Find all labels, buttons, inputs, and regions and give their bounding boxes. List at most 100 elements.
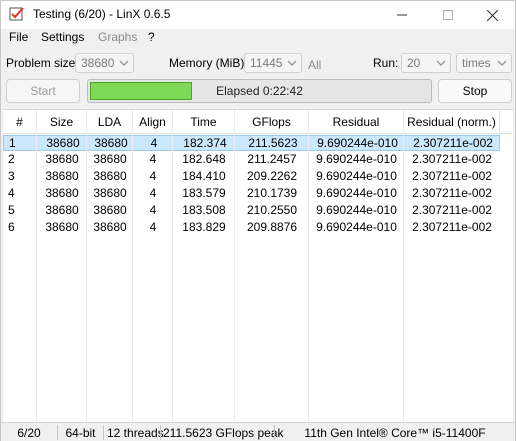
column-separator [36, 110, 37, 424]
cell-col-residual: 9.690244e-010 [316, 186, 397, 200]
cell-col-size: 38680 [45, 186, 79, 200]
status-cpu: 11th Gen Intel® Core™ i5-11400F [304, 425, 486, 440]
problem-size-value: 38680 [81, 56, 115, 70]
menu-help[interactable]: ? [148, 30, 155, 44]
cell-col-residual-norm: 2.307211e-002 [412, 169, 492, 183]
run-count-combo[interactable]: 20 [401, 53, 451, 73]
progress-bar: Elapsed 0:22:42 [87, 79, 432, 103]
cell-col-index: 1 [9, 136, 16, 150]
close-button[interactable] [469, 1, 515, 29]
header-col-lda[interactable]: LDA [87, 110, 133, 134]
cell-col-gflops: 211.5623 [248, 136, 298, 150]
cell-col-align: 4 [150, 136, 158, 150]
maximize-icon [443, 10, 453, 20]
cell-col-residual: 9.690244e-010 [317, 136, 398, 150]
header-col-time[interactable]: Time [173, 110, 235, 134]
cell-col-time: 182.374 [183, 136, 227, 150]
start-button[interactable]: Start [6, 79, 80, 103]
cell-col-residual-norm: 2.307211e-002 [412, 152, 492, 166]
table-header: # Size LDA Align Time GFlops Residual Residual … [3, 110, 513, 134]
header-col-index[interactable]: # [3, 110, 37, 134]
cell-col-time: 184.410 [182, 169, 226, 183]
column-separator [234, 110, 235, 424]
status-separator [274, 425, 275, 440]
cell-col-residual: 9.690244e-010 [316, 203, 397, 217]
table-row[interactable]: 1 38680 38680 4 182.374 211.5623 9.690244e-010… [3, 135, 500, 151]
cell-col-index: 2 [8, 152, 15, 166]
cell-col-size: 38680 [45, 220, 79, 234]
cell-col-residual: 9.690244e-010 [316, 169, 397, 183]
status-bits: 64-bit [65, 425, 96, 440]
cell-col-time: 183.508 [182, 203, 226, 217]
cell-col-gflops: 210.2550 [246, 203, 298, 217]
window-title: Testing (6/20) - LinX 0.6.5 [33, 7, 171, 21]
status-peak: 211.5623 GFlops peak [163, 425, 284, 440]
status-bar: 6/20 64-bit 12 threads 211.5623 GFlops p… [1, 422, 515, 441]
column-separator [308, 110, 309, 424]
table-row[interactable]: 6 38680 38680 4 183.829 209.8876 9.690244e-010… [3, 220, 500, 236]
problem-size-combo[interactable]: 38680 [75, 53, 134, 73]
cell-col-size: 38680 [46, 136, 80, 150]
header-col-residual-norm[interactable]: Residual (norm.) [404, 110, 500, 134]
table-row[interactable]: 3 38680 38680 4 184.410 209.2262 9.690244e-010… [3, 169, 500, 185]
memory-combo[interactable]: 11445 [244, 53, 302, 73]
cell-col-align: 4 [149, 169, 157, 183]
header-col-residual[interactable]: Residual [309, 110, 404, 134]
cell-col-lda: 38680 [94, 136, 128, 150]
chevron-down-icon [287, 60, 297, 66]
cell-col-index: 3 [8, 169, 15, 183]
cell-col-align: 4 [149, 203, 157, 217]
cell-col-residual: 9.690244e-010 [316, 220, 397, 234]
cell-col-size: 38680 [45, 169, 79, 183]
elapsed-time: Elapsed 0:22:42 [216, 84, 303, 98]
cell-col-lda: 38680 [93, 169, 127, 183]
cell-col-align: 4 [149, 220, 157, 234]
cell-col-lda: 38680 [93, 186, 127, 200]
cell-col-lda: 38680 [93, 203, 127, 217]
maximize-button[interactable] [425, 1, 471, 29]
run-label: Run: [373, 56, 399, 70]
header-col-align[interactable]: Align [133, 110, 173, 134]
cell-col-index: 5 [8, 203, 15, 217]
cell-col-size: 38680 [45, 203, 79, 217]
cell-col-align: 4 [149, 186, 157, 200]
menu-graphs[interactable]: Graphs [98, 30, 137, 44]
close-icon [486, 9, 498, 21]
cell-col-residual-norm: 2.307211e-002 [412, 186, 492, 200]
menu-settings[interactable]: Settings [41, 30, 84, 44]
menu-bar: File Settings Graphs ? [1, 29, 515, 47]
cell-col-gflops: 209.2262 [246, 169, 298, 183]
cell-col-index: 4 [8, 186, 15, 200]
cell-col-residual-norm: 2.307211e-002 [412, 220, 492, 234]
cell-col-residual-norm: 2.307211e-002 [412, 203, 492, 217]
all-memory-toggle[interactable]: All [308, 58, 321, 72]
status-progress: 6/20 [17, 425, 41, 440]
cell-col-lda: 38680 [93, 220, 127, 234]
chevron-down-icon [119, 60, 129, 66]
cell-col-residual: 9.690244e-010 [316, 152, 397, 166]
run-count-value: 20 [407, 56, 421, 70]
table-row[interactable]: 2 38680 38680 4 182.648 211.2457 9.690244e-010… [3, 152, 500, 168]
cell-col-gflops: 211.2457 [247, 152, 297, 166]
column-separator [172, 110, 173, 424]
run-unit-value: times [462, 56, 491, 70]
cell-col-index: 6 [8, 220, 15, 234]
memory-value: 11445 [250, 56, 283, 70]
stop-button[interactable]: Stop [438, 79, 512, 103]
minimize-icon [397, 14, 407, 16]
run-unit-combo[interactable]: times [456, 53, 512, 73]
cell-col-time: 182.648 [182, 152, 226, 166]
table-row[interactable]: 4 38680 38680 4 183.579 210.1739 9.690244e-010… [3, 186, 500, 202]
cell-col-size: 38680 [45, 152, 79, 166]
header-col-gflops[interactable]: GFlops [235, 110, 309, 134]
cell-col-gflops: 210.1739 [246, 186, 298, 200]
cell-col-gflops: 209.8876 [246, 220, 298, 234]
minimize-button[interactable] [379, 1, 425, 29]
menu-file[interactable]: File [9, 30, 28, 44]
cell-col-time: 183.579 [182, 186, 226, 200]
status-separator [103, 425, 104, 440]
header-col-size[interactable]: Size [37, 110, 87, 134]
cell-col-time: 183.829 [182, 220, 226, 234]
results-table[interactable]: # Size LDA Align Time GFlops Residual Residual … [3, 109, 513, 424]
table-row[interactable]: 5 38680 38680 4 183.508 210.2550 9.690244e-010… [3, 203, 500, 219]
